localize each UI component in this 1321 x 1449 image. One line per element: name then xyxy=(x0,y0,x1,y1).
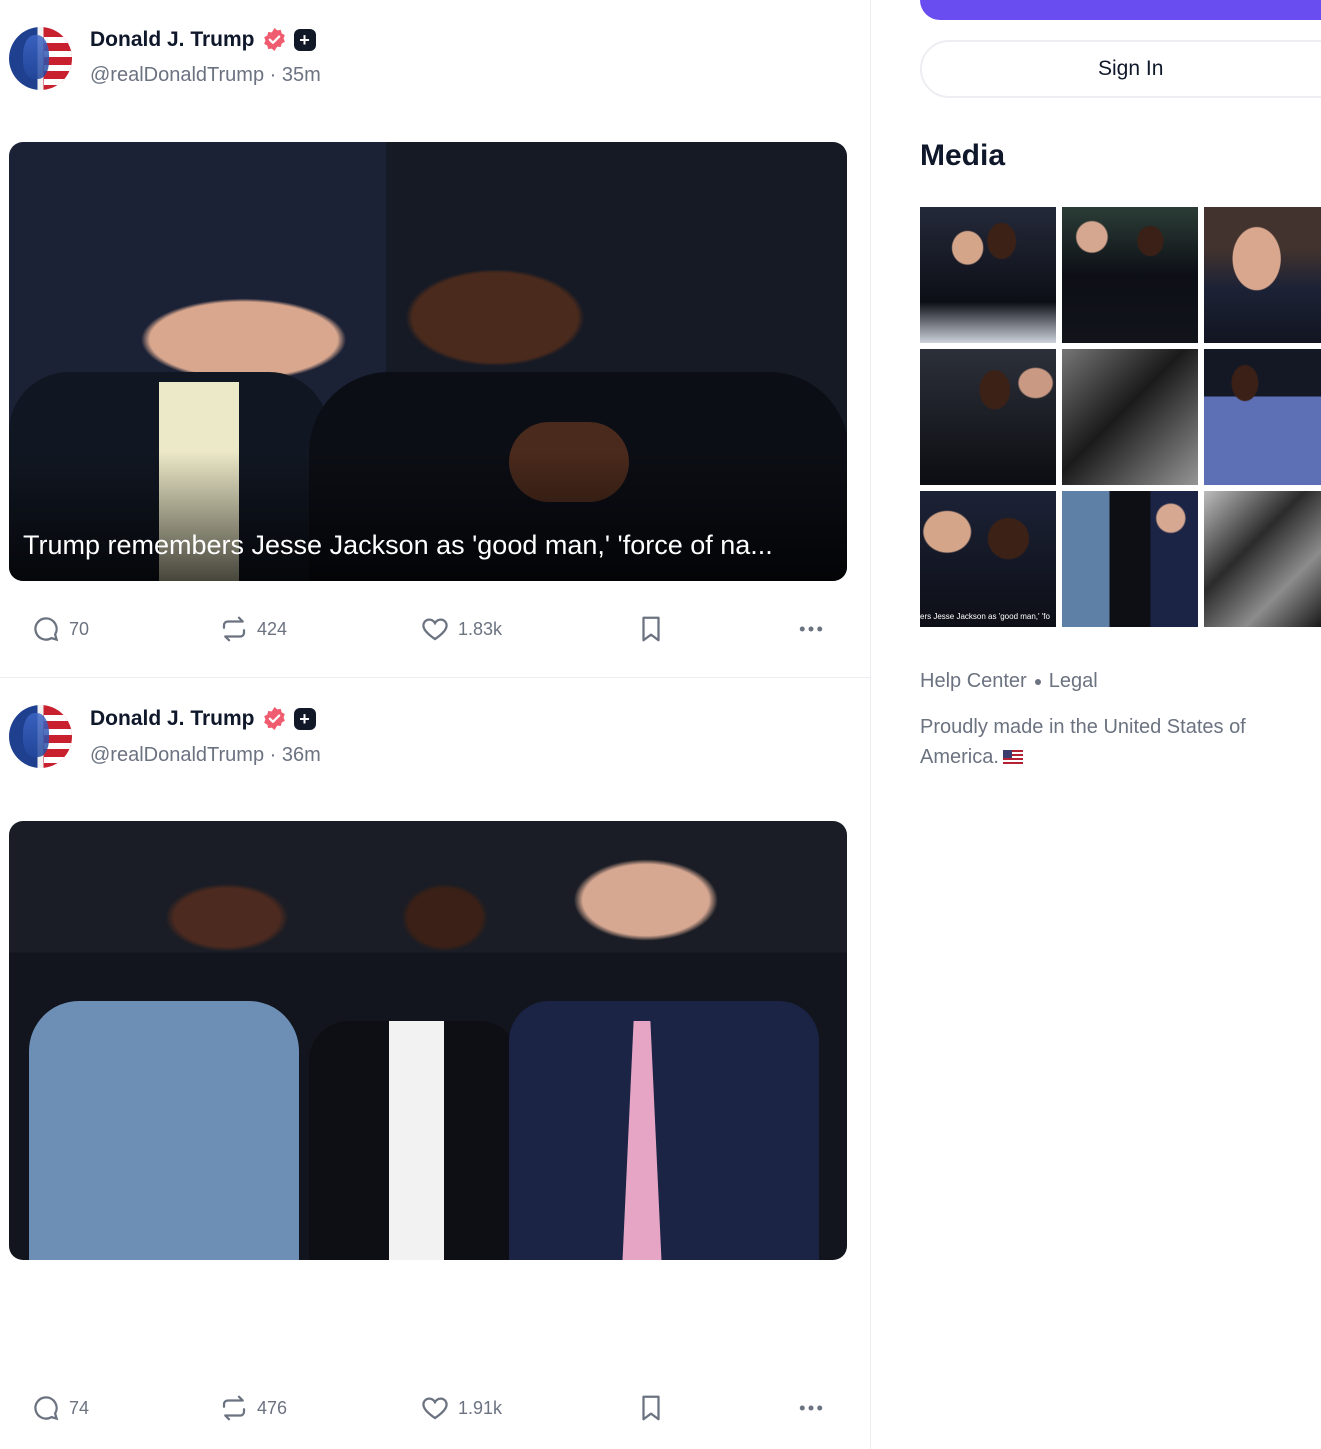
heart-icon xyxy=(422,618,448,641)
plus-badge-icon: + xyxy=(293,707,316,730)
media-thumbnail[interactable]: ers Jesse Jackson as 'good man,' 'fo xyxy=(920,491,1056,627)
media-thumbnail[interactable] xyxy=(1204,491,1321,627)
handle[interactable]: @realDonaldTrump xyxy=(90,744,264,766)
heart-icon xyxy=(422,1397,448,1420)
more-icon xyxy=(799,626,823,632)
timeline-feed: Donald J. Trump + @realDonaldTrump · 35m… xyxy=(0,0,871,1449)
post-meta: @realDonaldTrump · 35m xyxy=(90,64,321,87)
media-thumbnail[interactable] xyxy=(920,349,1056,485)
media-thumbnail[interactable] xyxy=(1062,491,1198,627)
avatar[interactable] xyxy=(9,705,72,768)
meta-separator: · xyxy=(269,64,282,86)
retruth-count: 424 xyxy=(257,618,288,639)
post-meta: @realDonaldTrump · 36m xyxy=(90,744,321,767)
post-time[interactable]: 35m xyxy=(282,64,321,86)
reply-count: 70 xyxy=(69,618,90,639)
media-grid: ers Jesse Jackson as 'good man,' 'fo xyxy=(920,207,1321,627)
retruth-icon xyxy=(222,616,246,642)
media-thumbnail[interactable] xyxy=(1062,207,1198,343)
bookmark-icon xyxy=(642,1395,660,1421)
display-name[interactable]: Donald J. Trump xyxy=(90,707,255,731)
plus-badge-icon: + xyxy=(293,28,316,51)
footer-links: Help Center Legal xyxy=(920,670,1098,693)
avatar[interactable] xyxy=(9,27,72,90)
reply-count: 74 xyxy=(69,1397,90,1418)
post-time[interactable]: 36m xyxy=(282,744,321,766)
made-in-notice: Proudly made in the United States of Ame… xyxy=(920,712,1310,772)
post-author-row: Donald J. Trump + xyxy=(90,706,316,731)
display-name[interactable]: Donald J. Trump xyxy=(90,28,255,52)
media-caption: Trump remembers Jesse Jackson as 'good m… xyxy=(23,530,773,560)
post-author-row: Donald J. Trump + xyxy=(90,27,316,52)
like-count: 1.83k xyxy=(458,618,503,639)
post-media-image[interactable] xyxy=(9,821,847,1260)
help-center-link[interactable]: Help Center xyxy=(920,670,1027,693)
more-options-button[interactable] xyxy=(796,1388,826,1428)
media-thumbnail[interactable] xyxy=(920,207,1056,343)
bookmark-button[interactable] xyxy=(636,1388,666,1428)
reply-button[interactable]: 70 xyxy=(31,609,89,649)
legal-link[interactable]: Legal xyxy=(1049,670,1098,693)
retruth-icon xyxy=(222,1395,246,1421)
retruth-count: 476 xyxy=(257,1397,288,1418)
retruth-button[interactable]: 424 xyxy=(219,609,287,649)
post-divider xyxy=(0,677,871,678)
reply-button[interactable]: 74 xyxy=(31,1388,89,1428)
reply-icon xyxy=(34,617,59,642)
media-thumbnail[interactable] xyxy=(1204,349,1321,485)
meta-separator: · xyxy=(269,744,282,766)
sign-up-button[interactable] xyxy=(920,0,1321,20)
thumbnail-caption: ers Jesse Jackson as 'good man,' 'fo xyxy=(920,612,1050,621)
verified-badge-icon xyxy=(263,707,285,730)
more-options-button[interactable] xyxy=(796,609,826,649)
bookmark-button[interactable] xyxy=(636,609,666,649)
like-count: 1.91k xyxy=(458,1397,503,1418)
like-button[interactable]: 1.83k xyxy=(420,609,502,649)
handle[interactable]: @realDonaldTrump xyxy=(90,64,264,86)
more-icon xyxy=(799,1405,823,1411)
media-section-title: Media xyxy=(920,139,1006,172)
like-button[interactable]: 1.91k xyxy=(420,1388,502,1428)
verified-badge-icon xyxy=(263,28,285,51)
bookmark-icon xyxy=(642,616,660,642)
footer-separator xyxy=(1034,678,1041,685)
retruth-button[interactable]: 476 xyxy=(219,1388,287,1428)
sign-in-button[interactable]: Sign In xyxy=(920,40,1321,98)
media-thumbnail[interactable] xyxy=(1204,207,1321,343)
sign-in-label: Sign In xyxy=(1098,57,1164,80)
post-actions: 74 476 1.91k xyxy=(0,1388,871,1428)
post-actions: 70 424 1.83k xyxy=(0,609,871,649)
media-thumbnail[interactable] xyxy=(1062,349,1198,485)
made-in-text: Proudly made in the United States of Ame… xyxy=(920,716,1246,768)
reply-icon xyxy=(34,1396,59,1421)
post-media-link-card[interactable]: Trump remembers Jesse Jackson as 'good m… xyxy=(9,142,847,581)
us-flag-icon xyxy=(1002,750,1023,764)
